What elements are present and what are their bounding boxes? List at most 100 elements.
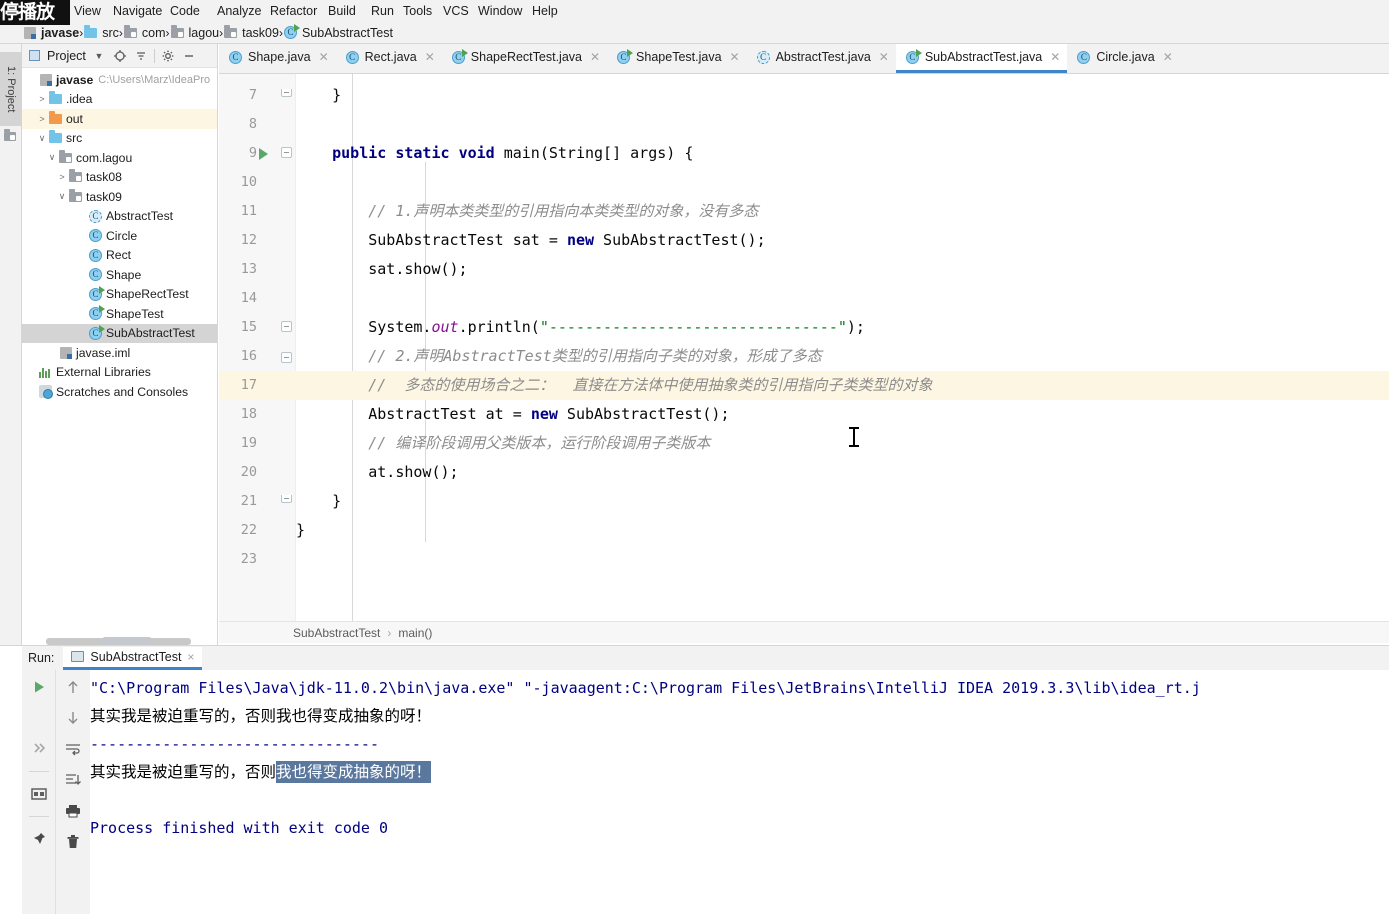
code-line[interactable]: sat.show(); (296, 255, 1389, 284)
gutter-line-number[interactable]: 10 (219, 168, 296, 197)
gutter-line-number[interactable]: 12 (219, 226, 296, 255)
tree-node--idea[interactable]: > .idea (22, 90, 217, 110)
tree-node-rect[interactable]: C Rect (22, 246, 217, 266)
debugger-console-icon[interactable] (30, 785, 48, 803)
code-line[interactable] (296, 168, 1389, 197)
menu-item-code[interactable]: Code (162, 0, 208, 22)
menu-item-navigate[interactable]: Navigate (105, 0, 170, 22)
stop-icon[interactable] (30, 709, 48, 727)
menu-item-window[interactable]: Window (470, 0, 530, 22)
tree-node-abstracttest[interactable]: C AbstractTest (22, 207, 217, 227)
rerun-failed-tests-icon[interactable] (30, 740, 48, 758)
gutter-line-number[interactable]: 8 (219, 110, 296, 139)
tree-node-javase-iml[interactable]: javase.iml (22, 343, 217, 363)
code-line[interactable]: at.show(); (296, 458, 1389, 487)
tree-node-src[interactable]: ∨ src (22, 129, 217, 149)
tree-node-circle[interactable]: C Circle (22, 226, 217, 246)
chevron-down-icon[interactable]: ∨ (36, 133, 48, 144)
breadcrumb-item-task09[interactable]: task09 (223, 24, 279, 40)
chevron-down-icon[interactable]: ▼ (91, 48, 107, 64)
tree-node-task08[interactable]: > task08 (22, 168, 217, 188)
editor-gutter[interactable]: 7 8 9 10 11 12 13 14 15 16 17 18 19 20 21 22 23 (219, 74, 296, 621)
tree-node-external-libraries[interactable]: External Libraries (22, 363, 217, 383)
editor-tab-rect-java[interactable]: C Rect.java ✕ (336, 44, 442, 73)
chevron-right-icon[interactable]: > (36, 94, 48, 104)
code-folding-marker[interactable] (281, 147, 292, 158)
code-folding-marker[interactable] (281, 352, 292, 363)
chevron-down-icon[interactable]: ∨ (46, 152, 58, 163)
tree-node-out[interactable]: > out (22, 109, 217, 129)
menu-item-help[interactable]: Help (524, 0, 566, 22)
code-line[interactable]: System.out.println("--------------------… (296, 313, 1389, 342)
gutter-line-number[interactable]: 20 (219, 458, 296, 487)
tree-node-shapetest[interactable]: C ShapeTest (22, 304, 217, 324)
collapse-all-icon[interactable] (133, 48, 149, 64)
gutter-line-number[interactable]: 23 (219, 545, 296, 574)
menu-item-analyze[interactable]: Analyze (209, 0, 269, 22)
code-line[interactable] (296, 110, 1389, 139)
close-icon[interactable]: ✕ (879, 50, 889, 64)
breadcrumb-item-src[interactable]: src (83, 24, 119, 40)
breadcrumb-item-subabstracttest[interactable]: C SubAbstractTest (283, 24, 393, 40)
chevron-right-icon[interactable]: > (36, 114, 48, 124)
editor-tab-subabstracttest-java[interactable]: C SubAbstractTest.java ✕ (895, 44, 1068, 73)
code-folding-marker[interactable] (281, 321, 292, 332)
tree-node-shape[interactable]: C Shape (22, 265, 217, 285)
pin-tab-icon[interactable] (30, 830, 48, 848)
gutter-line-number[interactable]: 14 (219, 284, 296, 313)
console-line[interactable]: Process finished with exit code 0 (90, 814, 388, 842)
gutter-line-number[interactable]: 22 (219, 516, 296, 545)
editor-code-area[interactable]: } public static void main(String[] args)… (296, 74, 1389, 621)
gutter-line-number[interactable]: 13 (219, 255, 296, 284)
close-icon[interactable]: ✕ (319, 50, 329, 64)
tree-node-task09[interactable]: ∨ task09 (22, 187, 217, 207)
up-arrow-icon[interactable] (64, 678, 82, 696)
run-configuration-tab[interactable]: SubAbstractTest × (63, 646, 203, 670)
tool-tab-project[interactable]: 1: Project (0, 52, 22, 126)
console-line[interactable]: -------------------------------- (90, 730, 379, 758)
code-editor[interactable]: 7 8 9 10 11 12 13 14 15 16 17 18 19 20 21 22 23 } public… (219, 74, 1389, 621)
editor-horizontal-scrollbar[interactable] (102, 637, 152, 643)
settings-gear-icon[interactable] (160, 48, 176, 64)
locate-icon[interactable] (112, 48, 128, 64)
code-line[interactable]: } (296, 81, 1389, 110)
console-output[interactable]: "C:\Program Files\Java\jdk-11.0.2\bin\ja… (90, 670, 1389, 914)
print-icon[interactable] (64, 802, 82, 820)
breadcrumb-item-lagou[interactable]: lagou (170, 24, 219, 40)
editor-tab-shape-java[interactable]: C Shape.java ✕ (219, 44, 336, 73)
down-arrow-icon[interactable] (64, 709, 82, 727)
code-line[interactable]: // 2.声明AbstractTest类型的引用指向子类的对象，形成了多态 (296, 342, 1389, 371)
gutter-line-number[interactable]: 18 (219, 400, 296, 429)
breadcrumb-item-com[interactable]: com (123, 24, 166, 40)
gutter-line-number[interactable]: 11 (219, 197, 296, 226)
chevron-right-icon[interactable]: > (56, 172, 68, 182)
tree-node-shaperecttest[interactable]: C ShapeRectTest (22, 285, 217, 305)
code-folding-marker[interactable] (281, 495, 292, 503)
editor-tab-shapetest-java[interactable]: C ShapeTest.java ✕ (607, 44, 747, 73)
clear-all-trash-icon[interactable] (64, 833, 82, 851)
chevron-down-icon[interactable]: ∨ (56, 191, 68, 202)
breadcrumb-method[interactable]: main() (398, 626, 432, 640)
code-line[interactable]: // 多态的使用场合之二： 直接在方法体中使用抽象类的引用指向子类类型的对象 (296, 371, 1389, 400)
scroll-to-end-icon[interactable] (64, 771, 82, 789)
menu-item-build[interactable]: Build (320, 0, 364, 22)
close-icon[interactable]: ✕ (730, 50, 740, 64)
code-line[interactable]: // 1.声明本类类型的引用指向本类类型的对象，没有多态 (296, 197, 1389, 226)
editor-tab-shaperecttest-java[interactable]: C ShapeRectTest.java ✕ (442, 44, 607, 73)
code-line[interactable] (296, 284, 1389, 313)
editor-tab-circle-java[interactable]: C Circle.java ✕ (1067, 44, 1179, 73)
tree-node-subabstracttest[interactable]: C SubAbstractTest (22, 323, 217, 343)
run-gutter-icon[interactable] (259, 148, 268, 160)
code-line[interactable]: SubAbstractTest sat = new SubAbstractTes… (296, 226, 1389, 255)
code-line[interactable]: // 编译阶段调用父类版本，运行阶段调用子类版本 (296, 429, 1389, 458)
console-line[interactable]: "C:\Program Files\Java\jdk-11.0.2\bin\ja… (90, 674, 1201, 702)
menu-item-tools[interactable]: Tools (395, 0, 440, 22)
close-icon[interactable]: ✕ (1163, 50, 1173, 64)
menu-item-view[interactable]: View (66, 0, 109, 22)
hide-panel-icon[interactable] (181, 48, 197, 64)
close-icon[interactable]: × (187, 650, 194, 664)
code-line[interactable]: } (296, 487, 1389, 516)
console-line[interactable]: 其实我是被迫重写的，否则我也得变成抽象的呀！ (90, 758, 432, 786)
breadcrumb-class[interactable]: SubAbstractTest (293, 626, 380, 640)
code-folding-marker[interactable] (281, 89, 292, 97)
